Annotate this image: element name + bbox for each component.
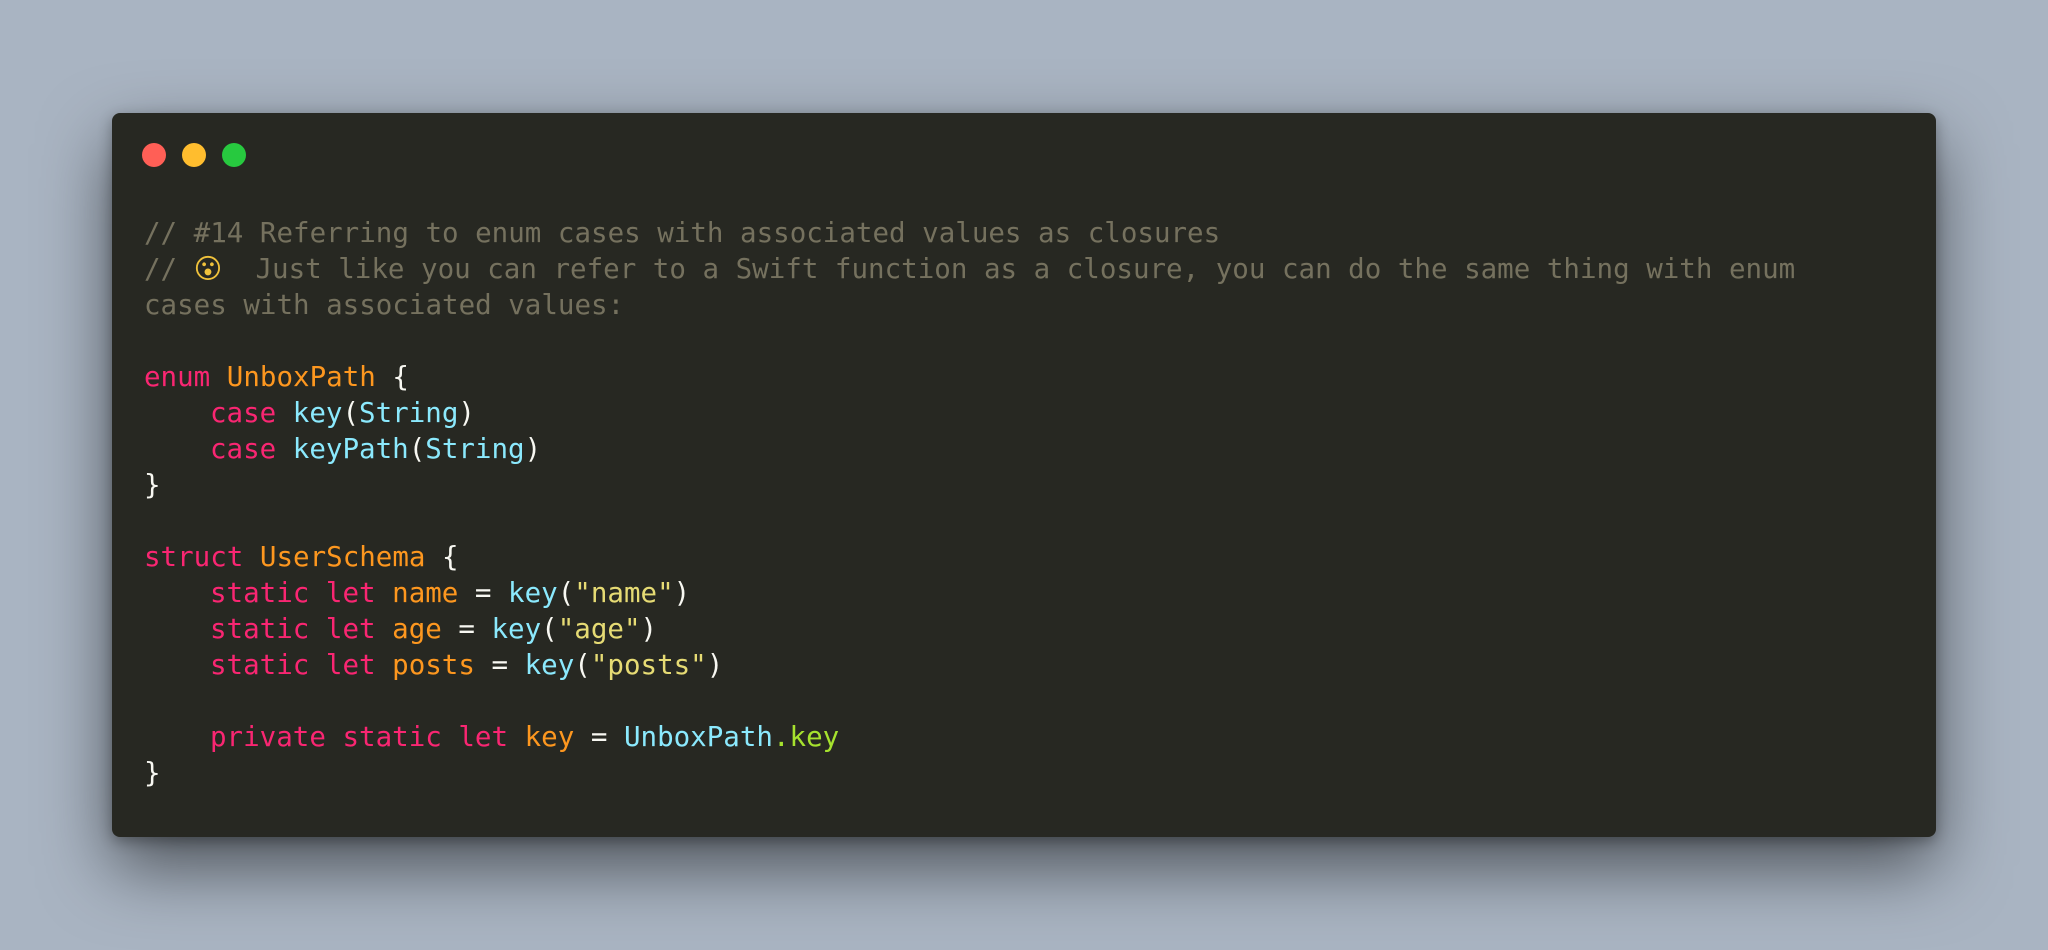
case-key: key — [292, 397, 343, 429]
let-keyword: let — [458, 721, 509, 753]
code-line-3: cases with associated values: — [144, 287, 1914, 323]
property-name: name — [392, 577, 459, 609]
let-keyword: let — [325, 613, 376, 645]
static-keyword: static — [210, 577, 310, 609]
enum-name: UnboxPath — [226, 361, 376, 393]
open-brace: { — [392, 361, 409, 393]
assoc-type: String — [359, 397, 459, 429]
let-keyword: let — [325, 649, 376, 681]
property-age: age — [392, 613, 442, 645]
function-call: key — [491, 613, 542, 645]
static-keyword: static — [210, 613, 310, 645]
static-keyword: static — [342, 721, 442, 753]
code-line-6: case key(String) — [210, 397, 475, 429]
code-line-1: // #14 Referring to enum cases with asso… — [144, 215, 1914, 251]
code-line-11: static let name = key("name") — [210, 577, 691, 609]
let-keyword: let — [325, 577, 376, 609]
string-literal: "age" — [557, 613, 641, 645]
struct-name: UserSchema — [259, 541, 426, 573]
comment-prefix: // — [144, 253, 194, 285]
type-reference: UnboxPath — [623, 721, 773, 753]
code-line-16: } — [144, 755, 1914, 791]
function-call: key — [524, 649, 575, 681]
enum-keyword: enum — [144, 361, 211, 393]
code-line-15: private static let key = UnboxPath.key — [210, 721, 840, 753]
function-call: key — [508, 577, 558, 609]
struct-keyword: struct — [144, 541, 244, 573]
code-window: // #14 Referring to enum cases with asso… — [112, 113, 1936, 837]
private-property-key: key — [524, 721, 575, 753]
static-keyword: static — [210, 649, 310, 681]
maximize-button[interactable] — [222, 143, 246, 167]
member-reference: .key — [772, 721, 840, 753]
comment-title: // #14 Referring to enum cases with asso… — [144, 217, 1221, 249]
comment-description: Just like you can refer to a Swift funct… — [222, 253, 1796, 285]
minimize-button[interactable] — [182, 143, 206, 167]
code-line-13: static let posts = key("posts") — [210, 649, 724, 681]
code-line-12: static let age = key("age") — [210, 613, 658, 645]
code-block: // #14 Referring to enum cases with asso… — [144, 215, 1914, 791]
surprised-face-icon: 😮 — [193, 253, 223, 285]
code-line-5: enum UnboxPath { — [144, 359, 1914, 395]
property-posts: posts — [392, 649, 475, 681]
code-line-2: // 😮 Just like you can refer to a Swift … — [144, 251, 1914, 287]
code-line-7: case keyPath(String) — [210, 433, 542, 465]
private-keyword: private — [210, 721, 326, 753]
close-brace: } — [144, 757, 161, 789]
code-line-8: } — [144, 467, 1914, 503]
case-keyword: case — [210, 397, 277, 429]
close-brace: } — [144, 469, 161, 501]
comment-description-cont: cases with associated values: — [144, 289, 625, 321]
string-literal: "posts" — [590, 649, 707, 681]
code-line-10: struct UserSchema { — [144, 539, 1914, 575]
case-keypath: keyPath — [292, 433, 409, 465]
close-button[interactable] — [142, 143, 166, 167]
case-keyword: case — [210, 433, 277, 465]
string-literal: "name" — [574, 577, 674, 609]
assoc-type: String — [425, 433, 525, 465]
open-brace: { — [442, 541, 459, 573]
